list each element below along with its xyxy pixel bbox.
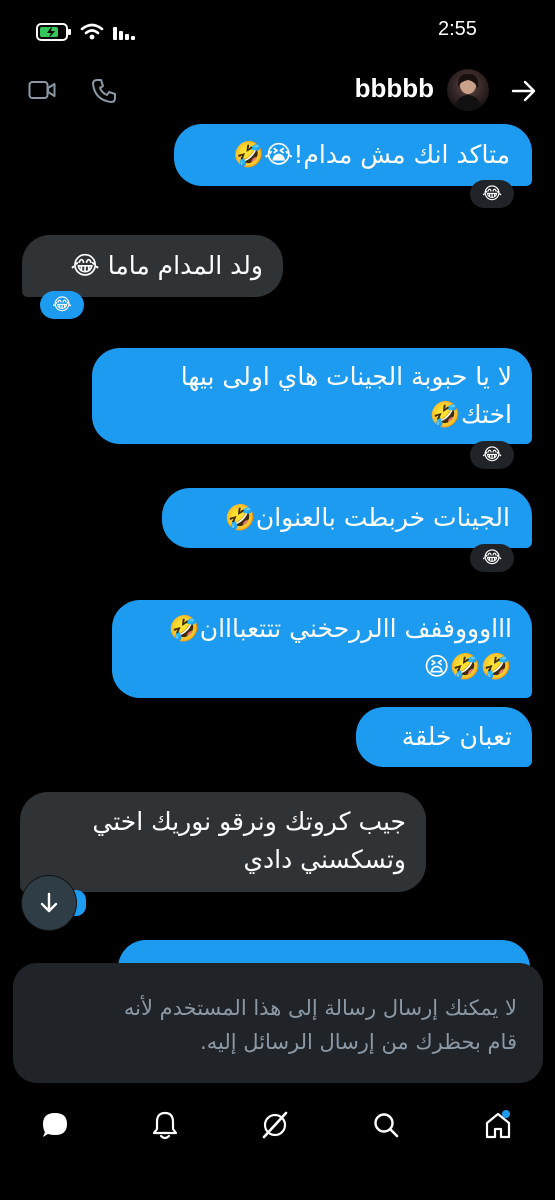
wifi-icon [80,23,104,40]
message-bubble-incoming[interactable]: ولد المدام ماما 😂 [22,235,283,297]
conversation-title[interactable]: bbbbb [355,73,434,104]
message-text: متاكد انك مش مدام!😭🤣 [233,140,510,169]
message-bubble-outgoing[interactable]: اااوووففف االررحخني تتتعبااان🤣 🤣🤣😫 [112,600,532,698]
message-text-line: اااوووففف االررحخني تتتعبااان🤣 [168,614,512,643]
avatar[interactable] [447,69,489,111]
message-reaction[interactable]: 😂 [470,180,514,208]
notifications-icon [152,1111,178,1140]
signal-icon [113,27,135,40]
back-button[interactable] [510,78,538,104]
message-text-line: 🤣🤣😫 [423,652,512,681]
blocked-notice: لا يمكنك إرسال رسالة إلى هذا المستخدم لأ… [13,963,543,1083]
nav-notifications[interactable] [145,1105,185,1145]
home-icon [485,1110,511,1139]
search-icon [374,1113,399,1138]
message-text: ولد المدام ماما 😂 [70,251,263,280]
back-arrow-icon [511,80,536,102]
grok-icon [262,1111,288,1139]
video-call-button[interactable] [27,77,57,103]
message-bubble-outgoing[interactable]: تعبان خلقة [356,707,532,767]
phone-icon [92,79,116,103]
message-text-line: جيب كروتك ونرقو نوريك اختي [92,807,406,836]
message-bubble-outgoing[interactable]: لا يا حبوبة الجينات هاي اولى بيها اختك🤣 [92,348,532,444]
status-time: 2:55 [438,18,477,40]
scroll-down-icon [40,892,58,913]
video-icon [28,81,56,99]
message-bubble-outgoing[interactable]: متاكد انك مش مدام!😭🤣 [174,124,532,186]
nav-grok[interactable] [255,1105,295,1145]
nav-search[interactable] [366,1105,406,1145]
message-text: الجينات خربطت بالعنوان🤣 [224,503,510,532]
nav-messages[interactable] [35,1105,75,1145]
message-reaction[interactable]: 😂 [470,544,514,572]
message-text: تعبان خلقة [401,722,512,751]
message-bubble-incoming[interactable]: جيب كروتك ونرقو نوريك اختي وتسكسني دادي [20,792,426,892]
status-icons [36,18,136,46]
message-reaction[interactable]: 😂 [40,291,84,319]
nav-home[interactable] [478,1105,518,1145]
scroll-to-bottom-button[interactable] [22,876,76,930]
message-reaction[interactable]: 😂 [470,441,514,469]
phone-call-button[interactable] [90,77,118,105]
battery-icon [36,23,71,41]
blocked-notice-line: قام بحظرك من إرسال الرسائل إليه. [200,1030,517,1054]
message-text-line: لا يا حبوبة الجينات هاي اولى بيها [180,362,512,391]
messages-icon [43,1113,67,1137]
blocked-notice-line: لا يمكنك إرسال رسالة إلى هذا المستخدم لأ… [123,996,517,1020]
message-text-line: وتسكسني دادي [243,845,406,874]
message-bubble-outgoing[interactable]: الجينات خربطت بالعنوان🤣 [162,488,532,548]
message-text-line: اختك🤣 [429,400,512,429]
